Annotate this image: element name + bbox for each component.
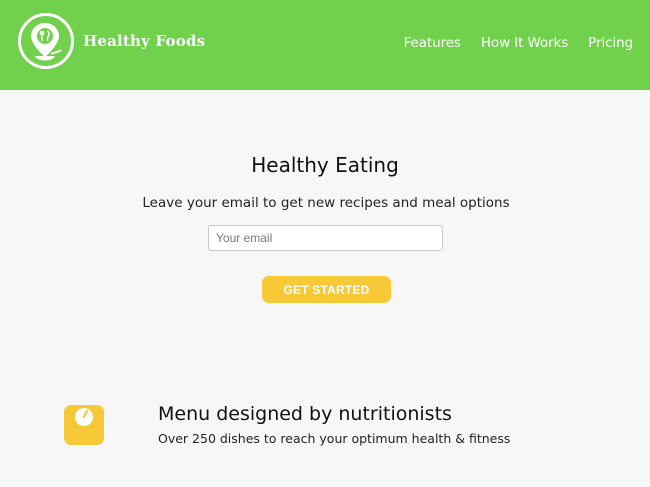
main-nav: Features How It Works Pricing — [404, 35, 633, 51]
site-header: Healthy Foods Features How It Works Pric… — [0, 0, 650, 90]
feature-description: Over 250 dishes to reach your optimum he… — [158, 431, 511, 446]
nav-link-pricing[interactable]: Pricing — [588, 35, 633, 51]
feature-title: Menu designed by nutritionists — [158, 403, 452, 425]
brand-name[interactable]: Healthy Foods — [83, 32, 205, 50]
scale-icon — [62, 402, 106, 446]
hero-title: Healthy Eating — [251, 153, 399, 177]
hero-subtitle: Leave your email to get new recipes and … — [142, 195, 510, 211]
nav-link-how-it-works[interactable]: How It Works — [481, 35, 568, 51]
brand-logo[interactable] — [18, 13, 74, 69]
email-input[interactable] — [208, 225, 443, 251]
nav-link-features[interactable]: Features — [404, 35, 461, 51]
get-started-button[interactable]: GET STARTED — [262, 276, 391, 303]
location-pin-fork-knife-icon — [31, 23, 62, 61]
